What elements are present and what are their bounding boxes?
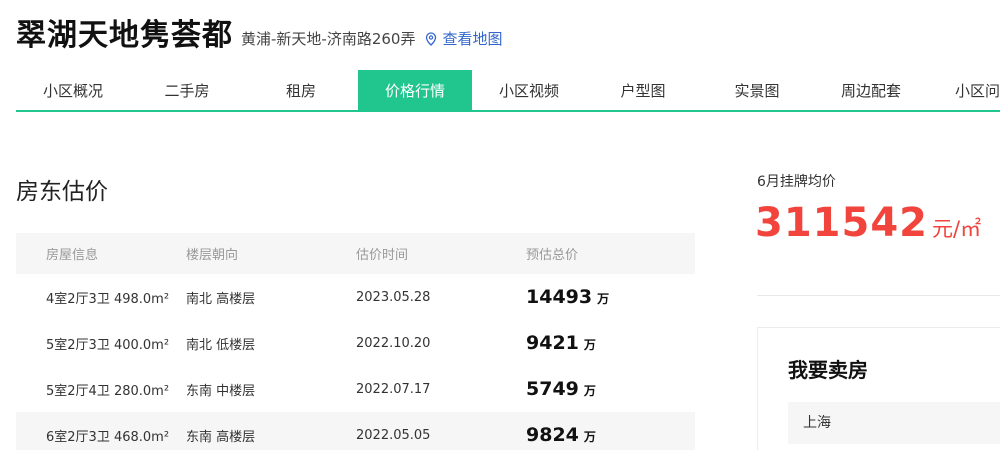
row-price: 14493 万	[526, 286, 695, 308]
row-floor: 南北 低楼层	[186, 337, 256, 353]
table-row: 5室2厅4卫 280.0m² 东南 中楼层 2022.07.17 5749 万	[16, 366, 695, 412]
row-info: 5室2厅3卫 400.0m²	[46, 337, 170, 353]
table-header: 房屋信息 楼层朝向 估价时间 预估总价	[16, 233, 695, 274]
price-value: 14493	[526, 286, 593, 308]
listing-price-label: 6月挂牌均价	[757, 174, 836, 190]
sell-panel: 我要卖房 上海	[757, 327, 1000, 450]
table-row: 4室2厅3卫 498.0m² 南北 高楼层 2023.05.28 14493 万	[16, 274, 695, 320]
divider	[757, 295, 1000, 296]
row-price: 9824 万	[526, 424, 695, 446]
row-info: 5室2厅4卫 280.0m²	[46, 383, 170, 399]
row-info: 6室2厅3卫 468.0m²	[46, 429, 170, 445]
community-title: 翠湖天地隽荟都	[16, 18, 233, 53]
row-price: 9421 万	[526, 332, 695, 354]
row-floor: 东南 中楼层	[186, 383, 256, 399]
estimate-table: 房屋信息 楼层朝向 估价时间 预估总价 4室2厅3卫 498.0m² 南北 高楼…	[16, 233, 695, 450]
view-map-link[interactable]: 查看地图	[425, 22, 502, 56]
tab-overview[interactable]: 小区概况	[16, 70, 130, 110]
row-floor: 南北 高楼层	[186, 291, 256, 307]
listing-price-unit: 元/㎡	[932, 217, 982, 241]
price-unit: 万	[583, 338, 596, 352]
price-value: 9421	[526, 332, 579, 354]
tab-resale[interactable]: 二手房	[130, 70, 244, 110]
price-unit: 万	[583, 430, 596, 444]
tab-price-trend[interactable]: 价格行情	[358, 70, 472, 110]
tab-video[interactable]: 小区视频	[472, 70, 586, 110]
row-price: 5749 万	[526, 378, 695, 400]
price-unit: 万	[597, 292, 610, 306]
location-pin-icon	[426, 32, 437, 46]
tab-floor-plans[interactable]: 户型图	[586, 70, 700, 110]
price-unit: 万	[583, 384, 596, 398]
estimate-section-title: 房东估价	[16, 179, 108, 205]
row-date: 2022.07.17	[356, 381, 431, 397]
community-address: 黄浦-新天地-济南路260弄	[241, 30, 416, 48]
column-header-info: 房屋信息	[46, 248, 99, 263]
row-floor: 东南 高楼层	[186, 429, 256, 445]
column-header-price: 预估总价	[526, 248, 579, 263]
table-row: 6室2厅3卫 468.0m² 东南 高楼层 2022.05.05 9824 万	[16, 412, 695, 450]
tab-nearby[interactable]: 周边配套	[814, 70, 928, 110]
city-select[interactable]: 上海	[788, 402, 1000, 444]
row-date: 2022.05.05	[356, 427, 431, 443]
tab-photos[interactable]: 实景图	[700, 70, 814, 110]
listing-price-value: 311542	[755, 200, 928, 246]
listing-price: 311542 元/㎡	[755, 200, 981, 246]
tab-bar: 小区概况 二手房 租房 价格行情 小区视频 户型图 实景图 周边配套 小区问答	[16, 70, 1000, 112]
row-date: 2023.05.28	[356, 289, 431, 305]
page-header: 翠湖天地隽荟都 黄浦-新天地-济南路260弄 查看地图	[16, 12, 502, 56]
price-value: 5749	[526, 378, 579, 400]
column-header-date: 估价时间	[356, 248, 409, 263]
view-map-label: 查看地图	[442, 30, 503, 48]
table-row: 5室2厅3卫 400.0m² 南北 低楼层 2022.10.20 9421 万	[16, 320, 695, 366]
sell-panel-title: 我要卖房	[788, 358, 868, 382]
price-value: 9824	[526, 424, 579, 446]
row-date: 2022.10.20	[356, 335, 431, 351]
tab-rental[interactable]: 租房	[244, 70, 358, 110]
tab-qa[interactable]: 小区问答	[928, 70, 1000, 110]
row-info: 4室2厅3卫 498.0m²	[46, 291, 170, 307]
column-header-floor: 楼层朝向	[186, 248, 239, 263]
